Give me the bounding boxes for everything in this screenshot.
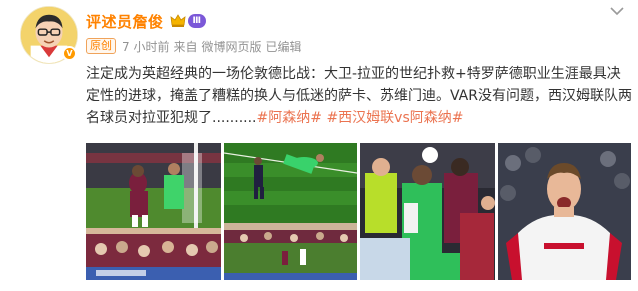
- edited-label[interactable]: 已编辑: [265, 38, 301, 55]
- image-gallery: [86, 143, 631, 280]
- more-horizontal-icon[interactable]: [608, 6, 626, 16]
- photo-4[interactable]: [498, 143, 631, 280]
- post-source[interactable]: 微博网页版: [201, 38, 261, 55]
- photo-2[interactable]: [224, 143, 357, 280]
- photo-2-image: [224, 143, 357, 280]
- post-content: 注定成为英超经典的一场伦敦德比战：大卫-拉亚的世纪扑救+特罗萨德职业生涯最具决定…: [86, 63, 634, 129]
- photo-4-image: [498, 143, 631, 280]
- source-prefix: 来自: [173, 39, 198, 54]
- photo-3-image: [360, 143, 495, 280]
- photo-1-image: [86, 143, 221, 280]
- photo-1[interactable]: [86, 143, 221, 280]
- photo-3[interactable]: [360, 143, 495, 280]
- origin-tag: 原创: [86, 38, 116, 54]
- post-time[interactable]: 7 小时前: [122, 38, 169, 55]
- hashtag-westham-vs-arsenal[interactable]: #西汉姆联vs阿森纳#: [326, 110, 463, 126]
- hashtag-arsenal[interactable]: #阿森纳#: [257, 110, 322, 126]
- level-badge[interactable]: Ⅲ: [187, 14, 207, 28]
- username[interactable]: 评述员詹俊: [86, 11, 164, 32]
- crown-icon[interactable]: [170, 13, 186, 29]
- name-row: 评述员詹俊 Ⅲ: [86, 10, 207, 32]
- post-meta: 原创 7 小时前 来自 微博网页版 已编辑: [86, 37, 302, 55]
- verified-badge: V: [62, 46, 77, 61]
